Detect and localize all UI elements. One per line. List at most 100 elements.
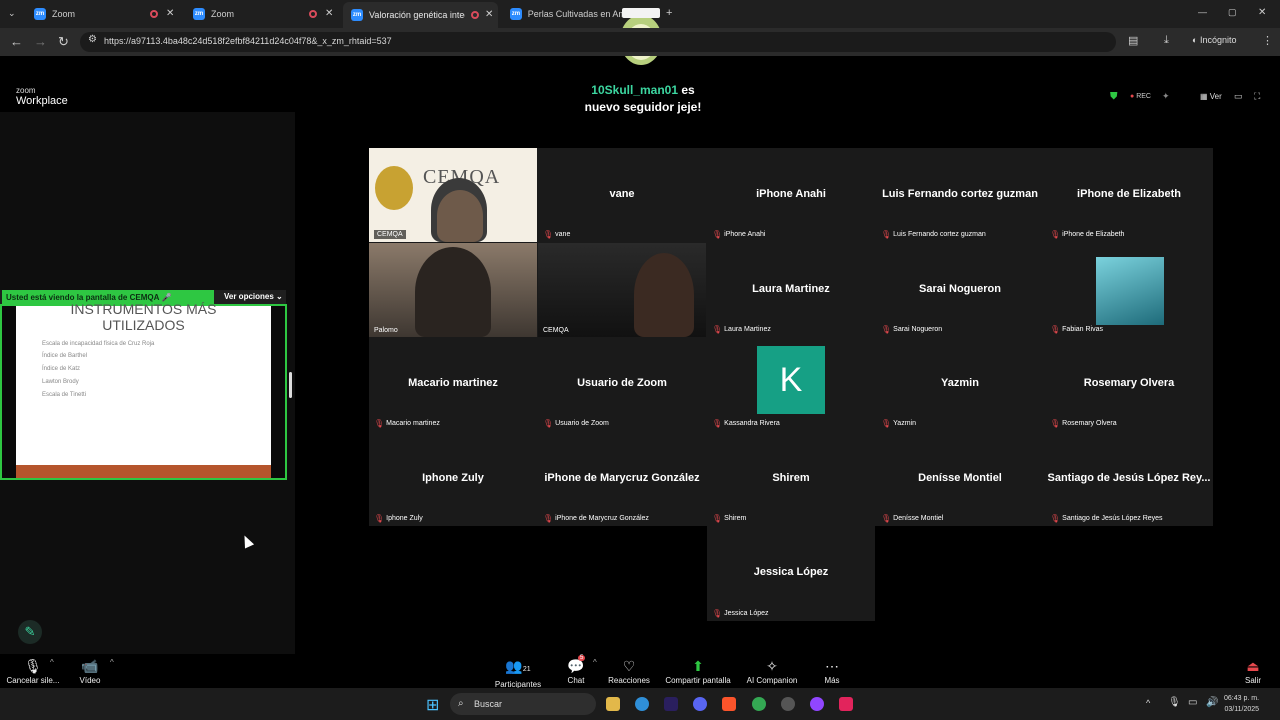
close-icon[interactable]: ✕ (166, 8, 174, 19)
more-button[interactable]: ⋯ Más (818, 656, 846, 685)
muted-mic-icon: 🎙 (712, 230, 723, 239)
rec-indicator[interactable]: ● REC (1130, 93, 1151, 100)
muted-mic-icon: 🎙 (1050, 325, 1061, 334)
muted-mic-icon: 🎙 (1050, 419, 1061, 428)
menu-icon[interactable]: ⋮ (1262, 34, 1273, 47)
premiere-icon[interactable] (664, 697, 678, 711)
tab-active[interactable]: zm Valoración genética integra ✕ (343, 2, 498, 28)
maximize-icon[interactable]: ▢ (1228, 7, 1237, 18)
tab-zoom-1[interactable]: zm Zoom ✕ (26, 4, 178, 24)
brave-icon[interactable] (722, 697, 736, 711)
participant-tile[interactable]: iPhone de Elizabeth 🎙 iPhone de Elizabeth (1045, 148, 1213, 242)
participant-tile[interactable]: Sarai Nogueron 🎙 Sarai Nogueron (876, 243, 1044, 337)
tab-perlas[interactable]: zm Perlas Cultivadas en Amor (502, 4, 622, 24)
shield-icon[interactable]: ⛊ (1110, 91, 1118, 102)
muted-mic-icon: 🎙 (881, 419, 892, 428)
chrome-icon[interactable] (752, 697, 766, 711)
back-icon[interactable]: ← (10, 34, 23, 49)
incognito-icon: ◐ (1192, 35, 1200, 45)
chevron-up-icon[interactable]: ^ (593, 658, 597, 667)
participant-tile[interactable]: vane 🎙 vane (538, 148, 706, 242)
zoom-icon: zm (193, 8, 205, 20)
participants-button[interactable]: 👥21 Participantes (494, 656, 542, 689)
participant-tile[interactable]: Shirem 🎙 Shirem (707, 432, 875, 526)
taskbar-search[interactable] (450, 693, 596, 715)
tiktok-icon[interactable] (839, 697, 853, 711)
view-options-button[interactable]: Ver opciones ⌄ (224, 292, 283, 301)
reload-icon[interactable]: ↻ (58, 34, 69, 50)
participant-tile[interactable]: CEMQA (538, 243, 706, 337)
person-face (437, 190, 483, 242)
fullscreen-icon[interactable]: ⛶ (1254, 91, 1260, 102)
participant-tile[interactable]: Palomo (369, 243, 537, 337)
chevron-up-icon[interactable]: ^ (50, 658, 54, 667)
windows-start-icon[interactable]: ⊞ (426, 695, 439, 715)
participant-label: 🎙 Rosemary Olvera (1050, 419, 1117, 428)
obs-icon[interactable] (781, 697, 795, 711)
muted-mic-icon: 🎙 (712, 609, 723, 618)
app-icon[interactable] (810, 697, 824, 711)
participant-tile[interactable]: Luis Fernando cortez guzman 🎙 Luis Fernand… (876, 148, 1044, 242)
muted-mic-icon: 🎙 (374, 419, 385, 428)
participant-tile[interactable]: Laura Martinez 🎙 Laura Martinez (707, 243, 875, 337)
tray-chevron-icon[interactable]: ^ (1146, 698, 1150, 708)
chevron-up-icon[interactable]: ^ (110, 658, 114, 667)
close-window-icon[interactable]: ✕ (1258, 7, 1266, 18)
participant-label: 🎙 iPhone de Elizabeth (1050, 230, 1125, 239)
sparkle-icon[interactable]: ✦ (1162, 91, 1170, 102)
participant-tile[interactable]: Santiago de Jesús López Rey... 🎙 Santiago … (1045, 432, 1213, 526)
participant-tile[interactable]: Yazmin 🎙 Yazmin (876, 337, 1044, 431)
participant-tile[interactable]: Usuario de Zoom 🎙 Usuario de Zoom (538, 337, 706, 431)
network-icon[interactable]: ▭ (1188, 697, 1197, 708)
forward-icon[interactable]: → (34, 34, 47, 49)
participant-tile[interactable]: K 🎙 Kassandra Rivera (707, 337, 875, 431)
chat-button[interactable]: 💬 5 Chat (562, 655, 590, 685)
participant-tile[interactable]: CEMQA CEMQA (369, 148, 537, 242)
person-video (415, 247, 491, 337)
ai-companion-button[interactable]: ✧ AI Companion (744, 656, 800, 685)
close-icon[interactable]: ✕ (325, 8, 333, 19)
annotate-pencil-icon[interactable]: ✎ (18, 620, 42, 644)
zoom-icon: zm (351, 9, 363, 21)
notification-text-1: es (678, 83, 695, 97)
participant-tile[interactable]: Rosemary Olvera 🎙 Rosemary Olvera (1045, 337, 1213, 431)
site-info-icon[interactable]: ⚙ (88, 34, 97, 45)
tray-mic-icon[interactable]: 🎙 (1168, 697, 1181, 708)
video-button[interactable]: 📹 Vídeo (74, 656, 106, 685)
share-screen-button[interactable]: ⬆ Compartir pantalla (662, 656, 734, 685)
pip-icon[interactable]: ▭ (1234, 91, 1243, 102)
tab-zoom-2[interactable]: zm Zoom ✕ (185, 4, 337, 24)
reactions-button[interactable]: ♡ Reacciones (606, 656, 652, 685)
taskbar-clock[interactable]: 06:43 p. m. 03/11/2025 (1224, 693, 1259, 715)
close-icon[interactable]: ✕ (485, 9, 493, 20)
participant-tile[interactable]: Jessica López 🎙 Jessica López (707, 526, 875, 621)
file-explorer-icon[interactable] (606, 697, 620, 711)
leave-button[interactable]: ⏏ Salir (1240, 656, 1266, 685)
participant-tile[interactable]: Denísse Montiel 🎙 Denísse Montiel (876, 432, 1044, 526)
edge-icon[interactable] (635, 697, 649, 711)
participant-name: iPhone de Marycruz González (544, 472, 700, 484)
slide-item: Escala de incapacidad física de Cruz Roj… (42, 341, 155, 347)
participant-tile[interactable]: Macario martinez 🎙 Macario martinez (369, 337, 537, 431)
participant-name: Iphone Zuly (422, 472, 484, 484)
view-button[interactable]: ▦ Ver (1200, 92, 1222, 101)
participant-name: Laura Martinez (752, 283, 830, 295)
download-icon[interactable]: ⤓ (1164, 34, 1169, 47)
participant-tile[interactable]: Iphone Zuly 🎙 Iphone Zuly (369, 432, 537, 526)
minimize-icon[interactable]: — (1198, 7, 1207, 17)
volume-icon[interactable]: 🔊 (1206, 697, 1218, 708)
participant-tile[interactable]: iPhone de Marycruz González 🎙 iPhone de Ma… (538, 432, 706, 526)
resize-handle[interactable] (289, 372, 292, 398)
participant-tile[interactable]: 🎙 Fabian Rivas (1045, 243, 1213, 337)
participant-tile[interactable]: iPhone Anahi 🎙 iPhone Anahi (707, 148, 875, 242)
discord-icon[interactable] (693, 697, 707, 711)
new-tab-icon[interactable]: + (666, 7, 672, 19)
share-icon: ⬆ (692, 658, 704, 674)
incognito-label[interactable]: ◐ Incógnito (1192, 35, 1236, 45)
avatar: K (757, 346, 825, 414)
participant-name: Jessica López (753, 566, 829, 578)
participant-label: CEMQA (543, 327, 569, 334)
tab-list-icon[interactable]: ⌄ (8, 8, 16, 19)
reader-icon[interactable]: ▤ (1128, 34, 1138, 47)
participant-label: 🎙 Fabian Rivas (1050, 325, 1104, 334)
